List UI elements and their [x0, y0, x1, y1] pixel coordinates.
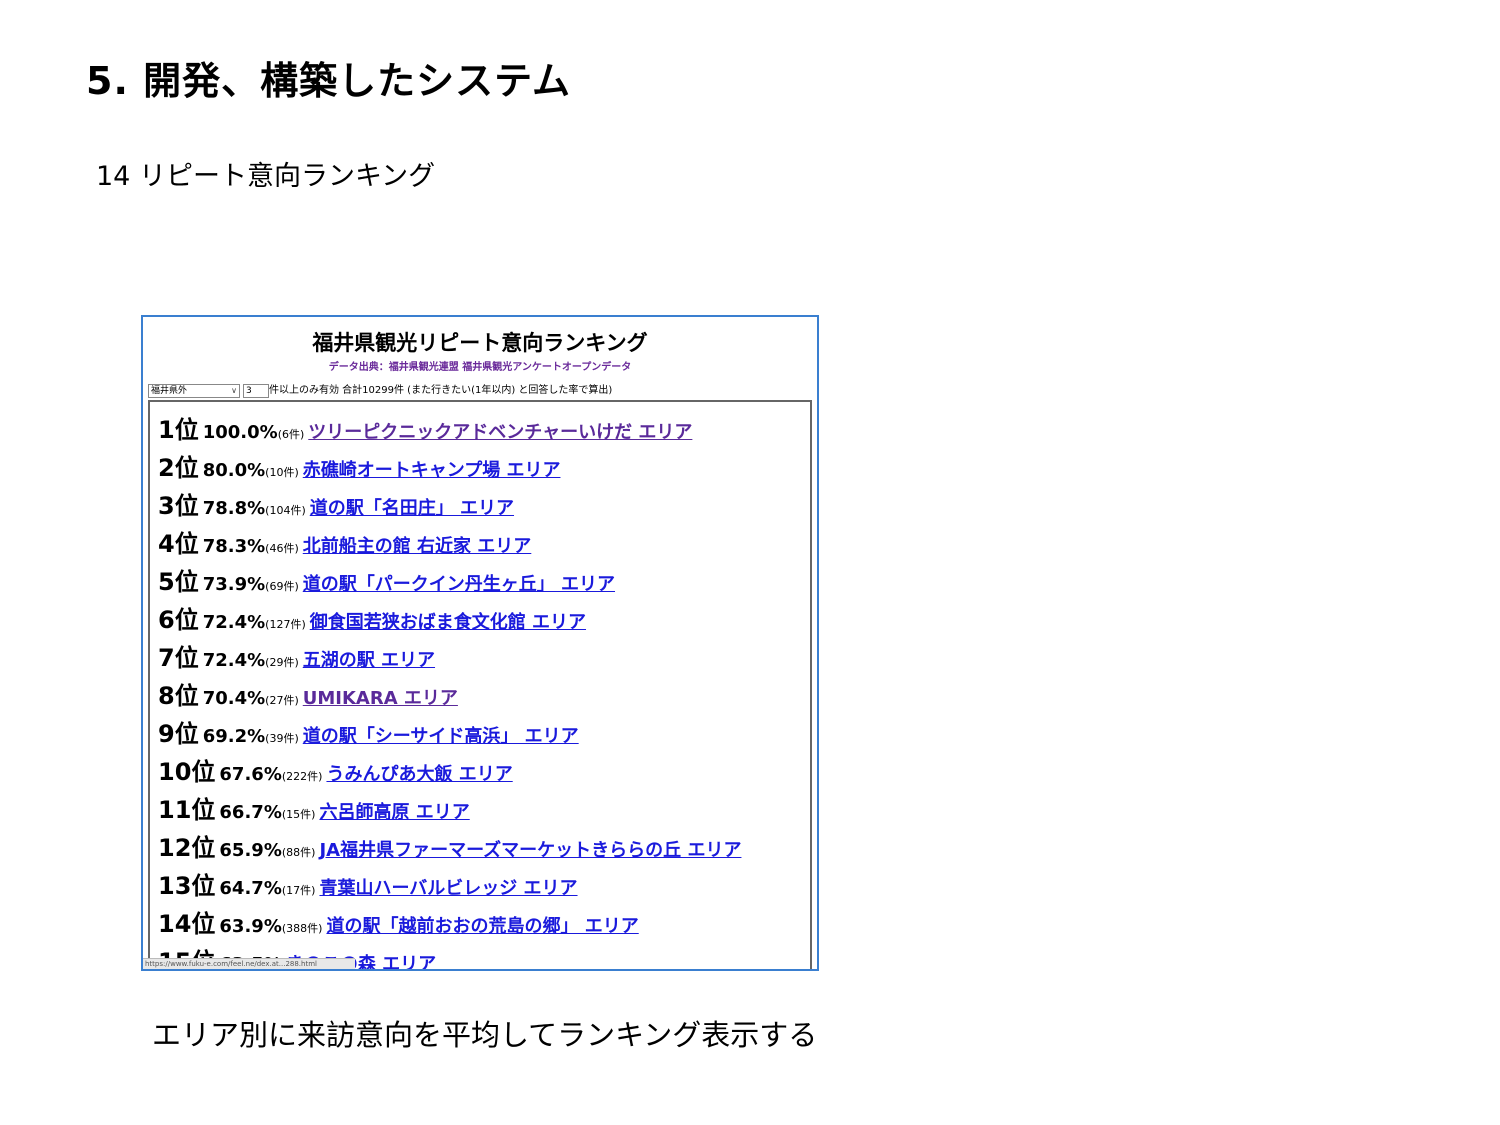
response-count: (15件): [281, 808, 316, 821]
ranking-row: 2位 80.0% (10件) 赤礁崎オートキャンプ場 エリア: [158, 448, 560, 486]
repeat-percentage: 72.4%: [202, 650, 266, 671]
response-count: (88件): [281, 846, 316, 859]
ranking-row: 7位 72.4% (29件) 五湖の駅 エリア: [158, 638, 435, 676]
repeat-percentage: 78.8%: [202, 498, 266, 519]
area-link[interactable]: 道の駅「名田庄」 エリア: [310, 494, 514, 520]
area-link[interactable]: ツリーピクニックアドベンチャーいけだ エリア: [308, 418, 692, 444]
area-link[interactable]: 道の駅「パークイン丹生ヶ丘」 エリア: [303, 570, 615, 596]
response-count: (127件): [265, 618, 306, 631]
filter-note: 件以上のみ有効 合計10299件 (また行きたい(1年以内) と回答した率で算出…: [269, 385, 613, 396]
area-link[interactable]: 北前船主の館 右近家 エリア: [303, 532, 532, 558]
rank-number: 7位: [158, 644, 199, 672]
rank-number: 14位: [158, 910, 216, 938]
ranking-page-title: 福井県観光リピート意向ランキング: [312, 331, 648, 355]
repeat-percentage: 63.9%: [219, 916, 282, 937]
ranking-row: 11位 66.7% (15件) 六呂師高原 エリア: [158, 790, 470, 828]
area-link[interactable]: 道の駅「越前おおの荒島の郷」 エリア: [326, 912, 638, 938]
repeat-percentage: 73.9%: [202, 574, 266, 595]
response-count: (27件): [265, 694, 299, 707]
repeat-percentage: 80.0%: [202, 460, 266, 481]
ranking-row: 4位 78.3% (46件) 北前船主の館 右近家 エリア: [158, 524, 531, 562]
response-count: (222件): [281, 770, 323, 783]
response-count: (6件): [277, 428, 305, 441]
region-select[interactable]: 福井県外 ∨: [148, 384, 240, 398]
rank-number: 8位: [158, 682, 199, 710]
rank-number: 3位: [158, 492, 199, 520]
area-link[interactable]: JA福井県ファーマーズマーケットきららの丘 エリア: [319, 836, 741, 862]
response-count: (69件): [265, 580, 299, 593]
area-link[interactable]: 御食国若狭おばま食文化館 エリア: [310, 608, 586, 634]
rank-number: 1位: [158, 416, 199, 444]
ranking-row: 13位 64.7% (17件) 青葉山ハーバルビレッジ エリア: [158, 866, 578, 904]
response-count: (10件): [265, 466, 299, 479]
rank-number: 5位: [158, 568, 199, 596]
ranking-screenshot: 福井県観光リピート意向ランキング データ出典：福井県観光連盟 福井県観光アンケー…: [141, 315, 819, 971]
rank-number: 12位: [158, 834, 216, 862]
ranking-row: 8位 70.4% (27件) UMIKARA エリア: [158, 676, 458, 714]
repeat-percentage: 69.2%: [202, 726, 266, 747]
browser-status-url: https://www.fuku-e.com/feel.ne/dex.at...…: [143, 958, 355, 969]
response-count: (17件): [281, 884, 316, 897]
chevron-down-icon: ∨: [231, 386, 237, 395]
rank-number: 4位: [158, 530, 199, 558]
repeat-percentage: 67.6%: [219, 764, 282, 785]
min-count-input[interactable]: 3: [243, 384, 269, 398]
area-link[interactable]: 五湖の駅 エリア: [303, 646, 435, 672]
area-link[interactable]: 道の駅「シーサイド高浜」 エリア: [303, 722, 579, 748]
response-count: (46件): [265, 542, 299, 555]
ranking-row: 12位 65.9% (88件) JA福井県ファーマーズマーケットきららの丘 エリ…: [158, 828, 741, 866]
response-count: (388件): [281, 922, 323, 935]
area-link[interactable]: うみんぴあ大飯 エリア: [326, 760, 512, 786]
data-source-note: データ出典：福井県観光連盟 福井県観光アンケートオープンデータ: [328, 362, 632, 373]
response-count: (104件): [265, 504, 306, 517]
repeat-percentage: 65.9%: [219, 840, 282, 861]
area-link[interactable]: 六呂師高原 エリア: [319, 798, 469, 824]
repeat-percentage: 100.0%: [202, 422, 278, 443]
response-count: (29件): [265, 656, 299, 669]
ranking-row: 5位 73.9% (69件) 道の駅「パークイン丹生ヶ丘」 エリア: [158, 562, 615, 600]
ranking-row: 1位 100.0% (6件) ツリーピクニックアドベンチャーいけだ エリア: [158, 410, 692, 448]
ranking-row: 6位 72.4% (127件) 御食国若狭おばま食文化館 エリア: [158, 600, 586, 638]
repeat-percentage: 78.3%: [202, 536, 266, 557]
ranking-row: 10位 67.6% (222件) うみんぴあ大飯 エリア: [158, 752, 513, 790]
slide-caption: エリア別に来訪意向を平均してランキング表示する: [152, 1018, 818, 1052]
region-select-value: 福井県外: [151, 386, 188, 396]
repeat-percentage: 64.7%: [219, 878, 282, 899]
rank-number: 9位: [158, 720, 199, 748]
ranking-row: 9位 69.2% (39件) 道の駅「シーサイド高浜」 エリア: [158, 714, 579, 752]
area-link[interactable]: UMIKARA エリア: [303, 684, 458, 710]
area-link[interactable]: 青葉山ハーバルビレッジ エリア: [319, 874, 577, 900]
rank-number: 2位: [158, 454, 199, 482]
response-count: (39件): [265, 732, 299, 745]
slide-title: 5. 開発、構築したシステム: [86, 59, 571, 103]
rank-number: 6位: [158, 606, 199, 634]
ranking-row: 14位 63.9% (388件) 道の駅「越前おおの荒島の郷」 エリア: [158, 904, 639, 942]
repeat-percentage: 66.7%: [219, 802, 282, 823]
repeat-percentage: 72.4%: [202, 612, 266, 633]
slide-subtitle: 14 リピート意向ランキング: [96, 161, 436, 192]
rank-number: 13位: [158, 872, 216, 900]
ranking-row: 3位 78.8% (104件) 道の駅「名田庄」 エリア: [158, 486, 514, 524]
repeat-percentage: 70.4%: [202, 688, 266, 709]
area-link[interactable]: 赤礁崎オートキャンプ場 エリア: [303, 456, 561, 482]
rank-number: 10位: [158, 758, 216, 786]
ranking-list: 1位 100.0% (6件) ツリーピクニックアドベンチャーいけだ エリア 2位…: [148, 400, 812, 969]
rank-number: 11位: [158, 796, 216, 824]
